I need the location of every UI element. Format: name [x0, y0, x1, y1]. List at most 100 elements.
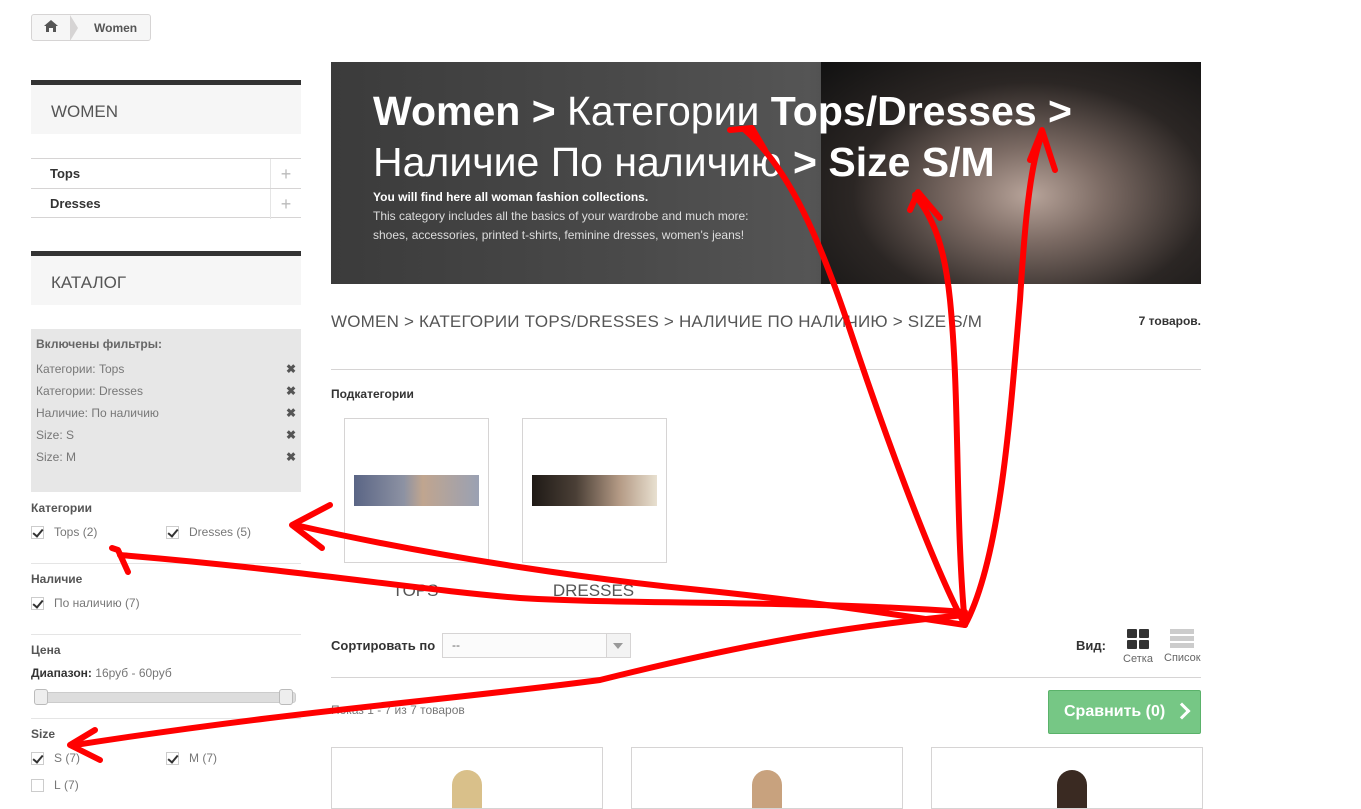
active-filter-item: Наличие: По наличию ✖ [36, 402, 296, 424]
view-label: Вид: [1076, 638, 1106, 653]
subcategory-dresses-image[interactable] [522, 418, 667, 563]
divider [331, 677, 1201, 678]
remove-filter-icon[interactable]: ✖ [286, 424, 296, 446]
active-filter-label: Size: M [36, 450, 77, 464]
remove-filter-icon[interactable]: ✖ [286, 402, 296, 424]
filter-option-count: (5) [236, 525, 252, 539]
subcategory-tops-link[interactable]: TOPS [344, 581, 487, 601]
active-filter-label: Size: S [36, 428, 75, 442]
subcategory-tops-image[interactable] [344, 418, 489, 563]
divider [31, 634, 301, 635]
product-image [1057, 770, 1087, 808]
active-filter-label: Категории: Dresses [36, 384, 143, 398]
sidebar-item-label: Dresses [50, 196, 101, 211]
filter-option-count: (7) [64, 778, 79, 792]
filter-option-label: Tops [54, 525, 80, 539]
grid-icon [1127, 629, 1149, 649]
active-filter-item: Size: M ✖ [36, 446, 296, 468]
product-image [752, 770, 782, 808]
remove-filter-icon[interactable]: ✖ [286, 358, 296, 380]
sort-select[interactable]: -- [442, 633, 631, 658]
product-card[interactable] [331, 747, 603, 809]
filter-checkbox-tops[interactable]: Tops (2) [31, 525, 97, 539]
filter-option-label: M [189, 751, 199, 765]
product-card[interactable] [631, 747, 903, 809]
women-block-title: WOMEN [31, 80, 301, 134]
price-slider-min-handle[interactable] [34, 689, 48, 705]
banner-title-part: Tops/Dresses > [770, 88, 1072, 134]
product-count: 7 товаров. [1138, 314, 1201, 328]
checkbox[interactable] [31, 525, 44, 539]
filter-option-count: (7) [202, 751, 218, 765]
filter-checkbox-size-l[interactable]: L (7) [31, 778, 79, 792]
filter-option-label: L [54, 778, 61, 792]
breadcrumb-home[interactable] [32, 15, 70, 40]
divider [31, 718, 301, 719]
product-card[interactable] [931, 747, 1203, 809]
price-range: Диапазон: 16руб - 60руб [31, 666, 172, 680]
sidebar-item-dresses[interactable]: Dresses + [31, 188, 301, 219]
banner-title-part: Наличие По наличию [373, 139, 782, 185]
banner-title-part: Women > [373, 88, 568, 134]
banner-title-part: > Size S/M [781, 139, 995, 185]
sort-label: Сортировать по [331, 638, 436, 653]
compare-button[interactable]: Сравнить (0) [1048, 690, 1201, 734]
active-filter-label: Наличие: По наличию [36, 406, 159, 420]
checkbox[interactable] [166, 525, 179, 539]
checkbox[interactable] [31, 751, 44, 765]
checkbox[interactable] [31, 596, 44, 610]
subcategory-thumbnail [354, 475, 479, 506]
divider [31, 563, 301, 564]
women-category-list: Tops + Dresses + [31, 158, 301, 219]
categories-filter-title: Категории [31, 501, 92, 515]
breadcrumb: Women [31, 14, 151, 41]
compare-button-label: Сравнить (0) [1064, 703, 1166, 720]
home-icon [43, 19, 59, 36]
subcategory-dresses-link[interactable]: DRESSES [522, 581, 665, 601]
chevron-right-icon [1173, 702, 1191, 720]
breadcrumb-current: Women [94, 20, 138, 35]
filter-option-label: Dresses [189, 525, 234, 539]
filter-checkbox-size-m[interactable]: M (7) [166, 751, 217, 765]
page-title: WOMEN > КАТЕГОРИИ TOPS/DRESSES > НАЛИЧИЕ… [331, 312, 983, 331]
banner-subtitle: You will find here all woman fashion col… [373, 190, 649, 204]
chevron-down-icon [606, 634, 630, 657]
active-filters: Включены фильтры: Категории: Tops ✖ Катег… [31, 329, 301, 492]
expand-plus-icon[interactable]: + [270, 189, 301, 219]
availability-filter-title: Наличие [31, 572, 83, 586]
showing-count: Показ 1 - 7 из 7 товаров [331, 703, 465, 717]
remove-filter-icon[interactable]: ✖ [286, 446, 296, 468]
active-filters-title: Включены фильтры: [36, 337, 162, 351]
active-filter-label: Категории: Tops [36, 362, 125, 376]
banner-title-part: Категории [567, 88, 771, 134]
sidebar-item-tops[interactable]: Tops + [31, 158, 301, 189]
price-filter-title: Цена [31, 643, 61, 657]
size-filter-title: Size [31, 727, 56, 741]
active-filter-item: Size: S ✖ [36, 424, 296, 446]
filter-option-count: (2) [82, 525, 98, 539]
filter-option-count: (7) [124, 596, 140, 610]
product-image [452, 770, 482, 808]
list-view-button[interactable]: Список [1164, 629, 1201, 664]
checkbox[interactable] [166, 751, 179, 765]
subcategories-title: Подкатегории [331, 387, 414, 401]
filter-option-label: По наличию [54, 596, 122, 610]
banner-description-line: This category includes all the basics of… [373, 209, 749, 223]
price-slider-max-handle[interactable] [279, 689, 293, 705]
checkbox[interactable] [31, 778, 44, 792]
list-icon [1170, 629, 1194, 648]
price-slider-track[interactable] [38, 692, 296, 703]
filter-checkbox-size-s[interactable]: S (7) [31, 751, 80, 765]
expand-plus-icon[interactable]: + [270, 159, 301, 189]
filter-checkbox-in-stock[interactable]: По наличию (7) [31, 596, 140, 610]
filter-checkbox-dresses[interactable]: Dresses (5) [166, 525, 251, 539]
filter-option-count: (7) [65, 751, 81, 765]
banner-description: You will find here all woman fashion col… [373, 188, 813, 245]
price-range-label: Диапазон: [31, 666, 92, 680]
list-view-label: Список [1164, 652, 1201, 664]
remove-filter-icon[interactable]: ✖ [286, 380, 296, 402]
subcategory-thumbnail [532, 475, 657, 506]
active-filter-item: Категории: Tops ✖ [36, 358, 296, 380]
active-filter-item: Категории: Dresses ✖ [36, 380, 296, 402]
grid-view-button[interactable]: Сетка [1120, 629, 1156, 665]
